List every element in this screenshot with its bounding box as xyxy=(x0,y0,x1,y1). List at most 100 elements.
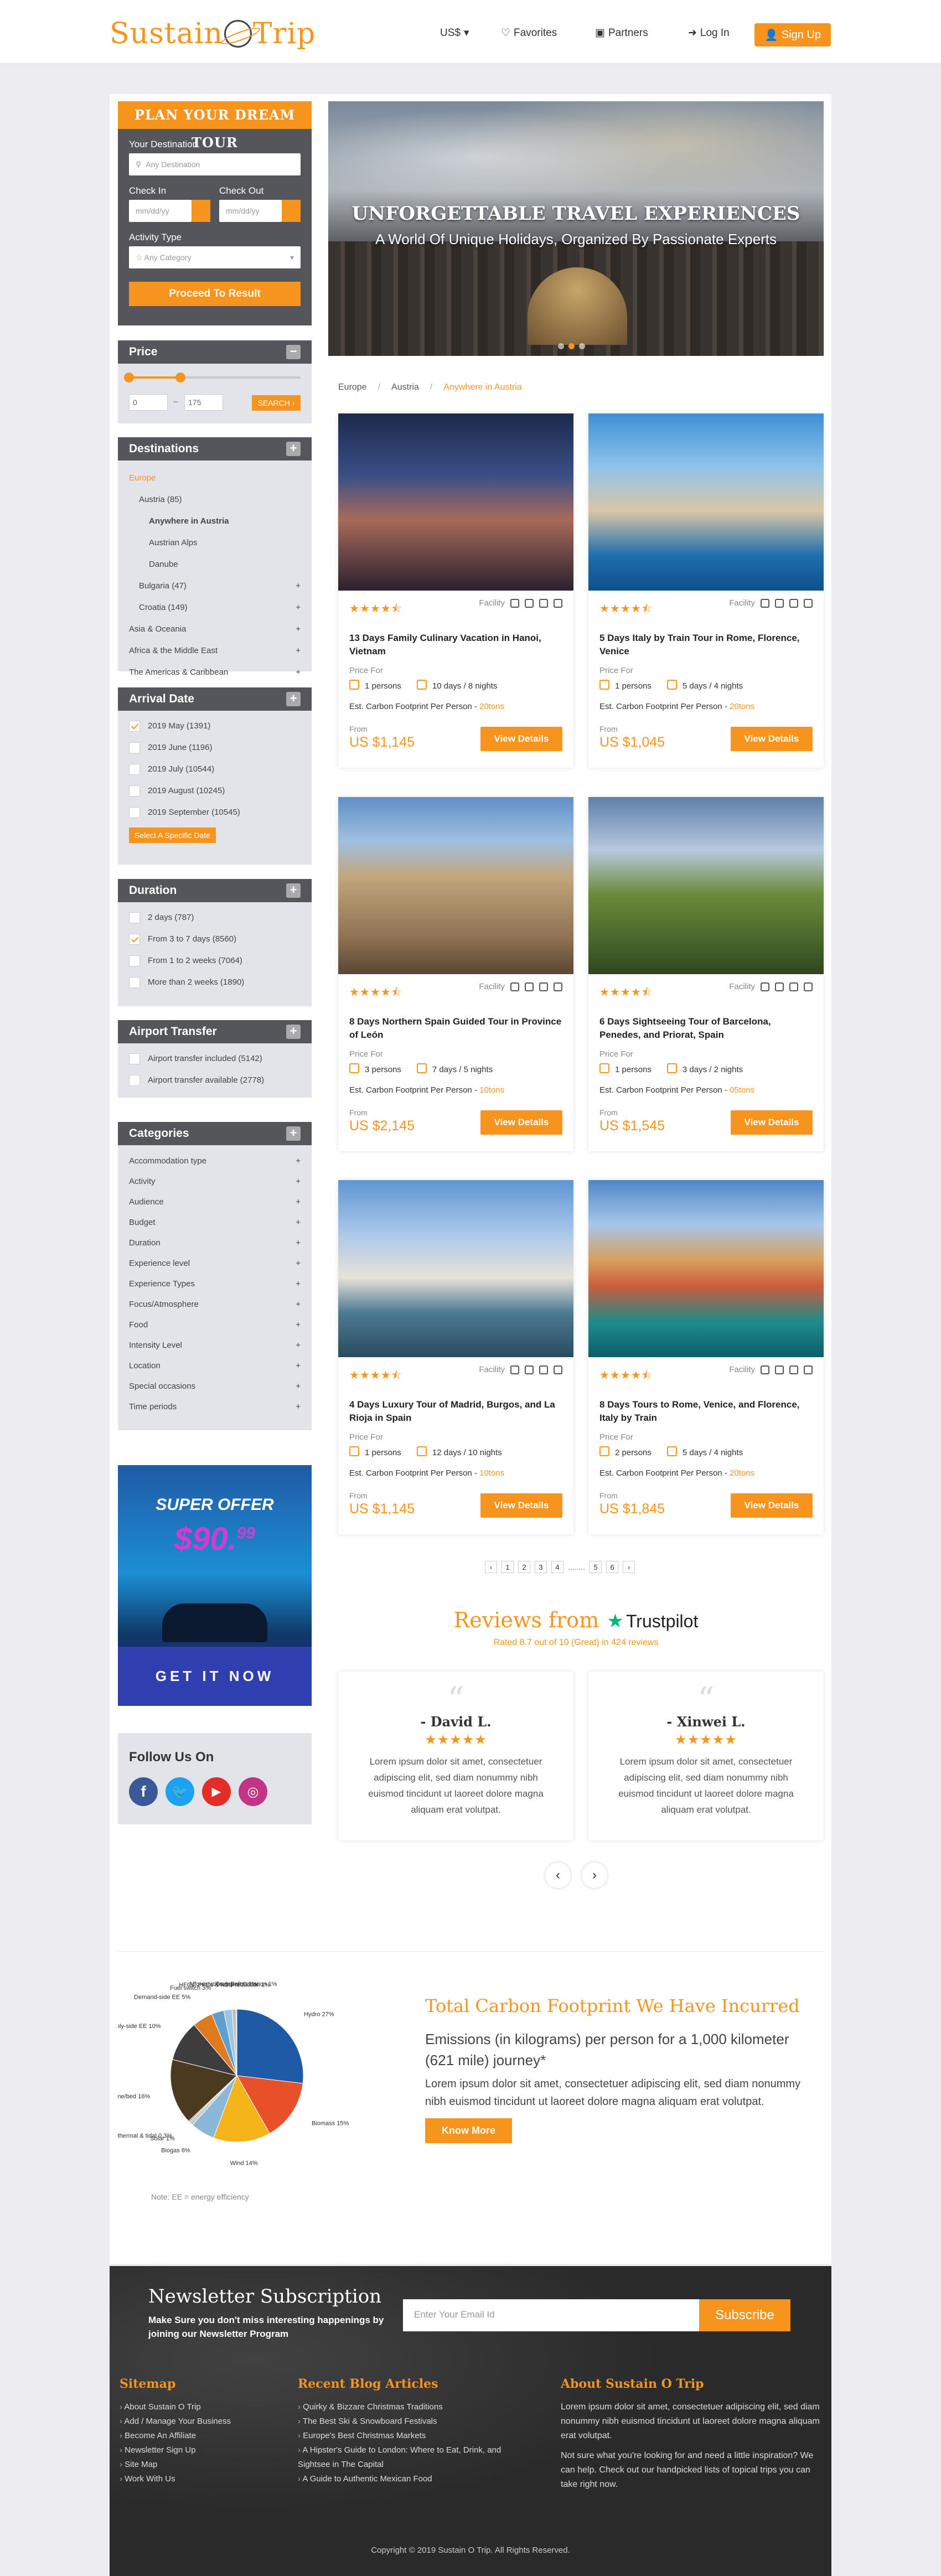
categories-header[interactable]: Categories + xyxy=(118,1122,312,1145)
arrival-header[interactable]: Arrival Date + xyxy=(118,687,312,711)
checkbox[interactable] xyxy=(129,912,140,923)
plus-icon[interactable]: + xyxy=(296,1218,301,1227)
currency-selector[interactable]: US$ ▾ xyxy=(440,27,469,39)
login-link[interactable]: ➜ Log In xyxy=(688,27,730,39)
destination-item[interactable]: Africa & the Middle East + xyxy=(129,640,301,661)
review-next-button[interactable]: › xyxy=(582,1863,607,1888)
super-offer-banner[interactable]: SUPER OFFER $90.99 GET IT NOW xyxy=(118,1465,312,1706)
tour-image[interactable] xyxy=(338,797,573,974)
plus-icon[interactable]: + xyxy=(296,668,301,677)
destination-item[interactable]: Danube xyxy=(129,554,301,575)
plus-icon[interactable]: + xyxy=(296,624,301,634)
partners-link[interactable]: ▣ Partners xyxy=(595,27,648,39)
instagram-icon[interactable]: ◎ xyxy=(239,1777,267,1806)
plus-icon[interactable]: + xyxy=(296,1382,301,1391)
view-details-button[interactable]: View Details xyxy=(731,727,813,751)
category-item[interactable]: Food + xyxy=(129,1315,301,1335)
tour-title[interactable]: 8 Days Tours to Rome, Venice, and Floren… xyxy=(599,1398,813,1425)
blog-link[interactable]: The Best Ski & Snowboard Festivals xyxy=(298,2414,525,2429)
checkbox[interactable] xyxy=(129,742,140,753)
page-link[interactable]: 4 xyxy=(551,1561,563,1573)
plus-icon[interactable]: + xyxy=(296,1177,301,1186)
sitemap-link[interactable]: Site Map xyxy=(120,2458,286,2472)
destination-item[interactable]: Europe xyxy=(129,467,301,489)
checkbox[interactable] xyxy=(129,785,140,796)
arrival-option[interactable]: 2019 July (10544) xyxy=(129,758,301,780)
plus-icon[interactable]: + xyxy=(296,1300,301,1309)
plus-icon[interactable]: + xyxy=(286,692,301,706)
signup-button[interactable]: 👤 Sign Up xyxy=(754,23,831,46)
tour-image[interactable] xyxy=(588,1180,824,1357)
carousel-dot[interactable] xyxy=(579,343,585,349)
category-item[interactable]: Experience level + xyxy=(129,1253,301,1274)
plus-icon[interactable]: + xyxy=(296,603,301,612)
activity-select[interactable]: ☆ Any Category ▾ xyxy=(129,246,301,268)
view-details-button[interactable]: View Details xyxy=(480,1493,562,1518)
plus-icon[interactable]: + xyxy=(296,581,301,591)
destination-item[interactable]: Austrian Alps xyxy=(129,532,301,554)
facebook-icon[interactable]: f xyxy=(129,1777,158,1806)
tour-card[interactable]: Facility ★★★★⯪ 8 Days Tours to Rome, Venic… xyxy=(588,1180,824,1534)
checkbox[interactable] xyxy=(129,976,140,988)
page-link[interactable]: 5 xyxy=(590,1561,602,1573)
price-slider-handle-min[interactable] xyxy=(124,373,134,382)
favorites-link[interactable]: ♡ Favorites xyxy=(501,27,557,39)
airport-option[interactable]: Airport transfer included (5142) xyxy=(129,1048,301,1069)
tour-title[interactable]: 8 Days Northern Spain Guided Tour in Pro… xyxy=(349,1015,562,1042)
tour-image[interactable] xyxy=(588,413,824,591)
price-search-button[interactable]: SEARCH › xyxy=(252,395,301,411)
duration-option[interactable]: 2 days (787) xyxy=(129,907,301,928)
know-more-button[interactable]: Know More xyxy=(425,2118,512,2143)
page-link[interactable]: 3 xyxy=(535,1561,547,1573)
checkbox[interactable] xyxy=(129,1074,140,1086)
sitemap-link[interactable]: Add / Manage Your Business xyxy=(120,2414,286,2429)
logo[interactable]: Sustain Trip xyxy=(110,15,316,50)
destination-item[interactable]: Croatia (149) + xyxy=(129,597,301,618)
plus-icon[interactable]: + xyxy=(286,1126,301,1141)
category-item[interactable]: Intensity Level + xyxy=(129,1335,301,1356)
destination-item[interactable]: Austria (85) xyxy=(129,489,301,510)
page-link[interactable]: 6 xyxy=(606,1561,619,1573)
plus-icon[interactable]: + xyxy=(296,1238,301,1248)
duration-option[interactable]: From 1 to 2 weeks (7064) xyxy=(129,950,301,971)
sitemap-link[interactable]: Become An Affiliate xyxy=(120,2429,286,2443)
duration-option[interactable]: More than 2 weeks (1890) xyxy=(129,971,301,993)
price-max-input[interactable]: 175 xyxy=(184,394,223,411)
checkout-input[interactable]: mm/dd/yy xyxy=(219,200,282,222)
duration-header[interactable]: Duration + xyxy=(118,879,312,902)
plus-icon[interactable]: + xyxy=(296,1156,301,1166)
plus-icon[interactable]: + xyxy=(296,646,301,655)
plus-icon[interactable]: + xyxy=(286,442,301,456)
calendar-icon[interactable] xyxy=(192,200,210,222)
category-item[interactable]: Experience Types + xyxy=(129,1274,301,1294)
tour-image[interactable] xyxy=(338,413,573,591)
tour-title[interactable]: 4 Days Luxury Tour of Madrid, Burgos, an… xyxy=(349,1398,562,1425)
carousel-dot-active[interactable] xyxy=(568,343,575,349)
checkbox[interactable] xyxy=(129,763,140,775)
checkin-input[interactable]: mm/dd/yy xyxy=(129,200,192,222)
category-item[interactable]: Time periods + xyxy=(129,1396,301,1417)
checkbox[interactable] xyxy=(129,933,140,945)
view-details-button[interactable]: View Details xyxy=(731,1493,813,1518)
proceed-button[interactable]: Proceed To Result xyxy=(129,282,301,306)
tour-title[interactable]: 5 Days Italy by Train Tour in Rome, Flor… xyxy=(599,632,813,658)
subscribe-button[interactable]: Subscribe xyxy=(699,2299,790,2331)
price-slider-handle-max[interactable] xyxy=(175,373,185,382)
minus-icon[interactable]: − xyxy=(286,345,301,359)
category-item[interactable]: Accommodation type + xyxy=(129,1151,301,1171)
category-item[interactable]: Special occasions + xyxy=(129,1376,301,1396)
tour-image[interactable] xyxy=(588,797,824,974)
youtube-icon[interactable]: ▶ xyxy=(202,1777,231,1806)
sitemap-link[interactable]: Newsletter Sign Up xyxy=(120,2443,286,2458)
duration-option[interactable]: From 3 to 7 days (8560) xyxy=(129,928,301,950)
blog-link[interactable]: A Guide to Authentic Mexican Food xyxy=(298,2472,525,2486)
category-item[interactable]: Location + xyxy=(129,1356,301,1376)
sitemap-link[interactable]: About Sustain O Trip xyxy=(120,2400,286,2414)
view-details-button[interactable]: View Details xyxy=(731,1110,813,1135)
plus-icon[interactable]: + xyxy=(286,883,301,898)
view-details-button[interactable]: View Details xyxy=(480,727,562,751)
breadcrumb-item[interactable]: Austria xyxy=(391,382,419,392)
destination-item[interactable]: Bulgaria (47) + xyxy=(129,575,301,597)
airport-header[interactable]: Airport Transfer + xyxy=(118,1020,312,1043)
destination-item[interactable]: Asia & Oceania + xyxy=(129,618,301,640)
